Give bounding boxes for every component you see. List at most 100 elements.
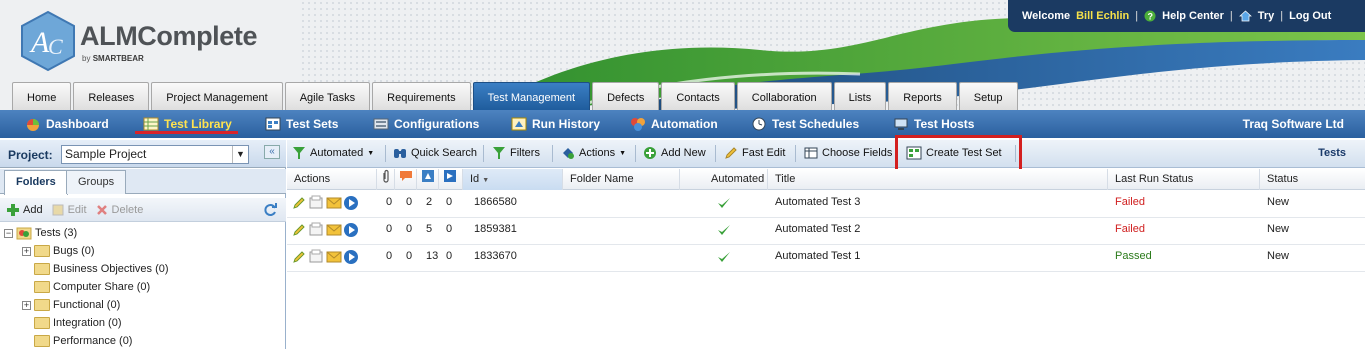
col-title[interactable]: Title <box>768 169 1108 190</box>
tree-item-business-objectives[interactable]: Business Objectives (0) <box>34 260 169 278</box>
edit-pencil-icon[interactable] <box>292 195 306 211</box>
subnav-label: Dashboard <box>46 117 109 131</box>
email-icon[interactable] <box>326 222 342 238</box>
test-status: New <box>1267 223 1290 235</box>
subnav-automation[interactable]: Automation <box>630 110 718 138</box>
logout-link[interactable]: Log Out <box>1289 10 1331 22</box>
quick-search-button[interactable]: Quick Search <box>393 146 477 160</box>
subnav-configurations[interactable]: Configurations <box>373 110 479 138</box>
subnav-test-schedules[interactable]: Test Schedules <box>751 110 859 138</box>
subnav-test-sets[interactable]: Test Sets <box>265 110 338 138</box>
quick-search-label: Quick Search <box>411 147 478 159</box>
run-test-icon[interactable] <box>343 222 359 238</box>
chevron-down-icon[interactable]: ▼ <box>232 146 248 163</box>
tab-setup[interactable]: Setup <box>958 82 1018 112</box>
test-id[interactable]: 1833670 <box>474 245 517 272</box>
folder-icon <box>34 317 50 329</box>
add-folder-button[interactable]: Add <box>6 203 43 217</box>
delete-folder-button[interactable]: Delete <box>95 203 144 217</box>
comments-count: 0 <box>406 223 413 235</box>
tree-item-computer-share[interactable]: Computer Share (0) <box>34 278 150 296</box>
tab-requirements[interactable]: Requirements <box>372 82 471 112</box>
try-link[interactable]: Try <box>1258 10 1275 22</box>
filters-button[interactable]: Filters <box>492 146 540 160</box>
fast-edit-button[interactable]: Fast Edit <box>724 146 785 160</box>
tab-collaboration[interactable]: Collaboration <box>736 82 832 112</box>
collapse-node-icon[interactable]: − <box>4 228 13 238</box>
expand-node-icon[interactable]: + <box>22 246 31 256</box>
table-row[interactable]: 0 0 5 0 1859381 Automated Test 2 Failed New <box>287 218 1365 245</box>
check-icon <box>718 252 730 262</box>
subnav-run-history[interactable]: Run History <box>511 110 600 138</box>
comment-icon <box>400 171 412 181</box>
table-row[interactable]: 0 0 13 0 1833670 Automated Test 1 Passed New <box>287 245 1365 272</box>
tree-item-integration[interactable]: Integration (0) <box>34 314 121 332</box>
col-folder-name[interactable]: Folder Name <box>563 169 680 190</box>
table-row[interactable]: 0 0 2 0 1866580 Automated Test 3 Failed New <box>287 191 1365 218</box>
edit-folder-button[interactable]: Edit <box>51 203 87 217</box>
print-icon[interactable] <box>307 195 325 211</box>
run-test-icon[interactable] <box>343 195 359 211</box>
divider <box>795 145 796 162</box>
test-title[interactable]: Automated Test 2 <box>775 218 860 245</box>
subnav-dashboard[interactable]: Dashboard <box>25 110 109 138</box>
col-actions[interactable]: Actions <box>287 169 377 190</box>
collapse-panel-button[interactable]: « <box>264 145 280 159</box>
tab-lists[interactable]: Lists <box>833 82 887 112</box>
col-automation[interactable] <box>439 169 463 190</box>
svg-text:?: ? <box>1148 12 1154 22</box>
col-runs[interactable] <box>417 169 439 190</box>
print-icon[interactable] <box>307 222 325 238</box>
chevron-down-icon: ▼ <box>367 149 375 157</box>
run-test-icon[interactable] <box>343 249 359 265</box>
filter-icon <box>493 147 505 159</box>
tab-test-management[interactable]: Test Management <box>472 82 591 112</box>
delete-label: Delete <box>111 203 144 216</box>
tree-item-bugs[interactable]: + Bugs (0) <box>22 242 95 260</box>
tree-item-functional[interactable]: + Functional (0) <box>22 296 120 314</box>
tab-reports[interactable]: Reports <box>888 82 957 112</box>
expand-node-icon[interactable]: + <box>22 300 31 310</box>
tab-home[interactable]: Home <box>12 82 72 112</box>
col-status[interactable]: Status <box>1260 169 1365 190</box>
refresh-icon[interactable] <box>262 202 278 218</box>
test-id[interactable]: 1859381 <box>474 218 517 245</box>
tab-groups[interactable]: Groups <box>66 170 127 194</box>
comments-count: 0 <box>406 196 413 208</box>
actions-button[interactable]: Actions ▼ <box>561 146 626 160</box>
edit-pencil-icon[interactable] <box>292 222 306 238</box>
col-id[interactable]: Id ▼ <box>463 169 563 190</box>
choose-fields-button[interactable]: Choose Fields <box>804 146 892 160</box>
edit-pencil-icon[interactable] <box>292 249 306 265</box>
edit-label: Edit <box>67 203 87 216</box>
subnav-test-hosts[interactable]: Test Hosts <box>893 110 974 138</box>
automated-filter-button[interactable]: Automated ▼ <box>292 146 374 160</box>
fast-edit-label: Fast Edit <box>742 147 786 159</box>
tree-item-performance[interactable]: Performance (0) <box>34 332 132 349</box>
tab-contacts[interactable]: Contacts <box>661 82 735 112</box>
tab-defects[interactable]: Defects <box>592 82 660 112</box>
user-name[interactable]: Bill Echlin <box>1076 10 1129 22</box>
highlight-box <box>895 135 1022 172</box>
help-center-link[interactable]: Help Center <box>1162 10 1224 22</box>
tab-releases[interactable]: Releases <box>73 82 150 112</box>
email-icon[interactable] <box>326 195 342 211</box>
add-new-button[interactable]: Add New <box>643 146 706 160</box>
subnav-label: Automation <box>651 117 718 131</box>
add-label: Add <box>23 203 43 216</box>
tree-root[interactable]: − Tests (3) <box>4 224 77 242</box>
test-title[interactable]: Automated Test 3 <box>775 191 860 218</box>
project-select[interactable]: Sample Project ▼ <box>61 145 249 164</box>
tab-agile-tasks[interactable]: Agile Tasks <box>284 82 371 112</box>
tab-folders[interactable]: Folders <box>4 170 68 195</box>
test-id[interactable]: 1866580 <box>474 191 517 218</box>
col-last-run-status[interactable]: Last Run Status <box>1108 169 1260 190</box>
tab-project-management[interactable]: Project Management <box>151 82 283 112</box>
col-automated[interactable]: Automated <box>680 169 768 190</box>
print-icon[interactable] <box>307 249 325 265</box>
email-icon[interactable] <box>326 249 342 265</box>
col-attachments[interactable] <box>377 169 395 190</box>
col-comments[interactable] <box>395 169 417 190</box>
tree-root-label: Tests (3) <box>35 227 78 239</box>
test-title[interactable]: Automated Test 1 <box>775 245 860 272</box>
